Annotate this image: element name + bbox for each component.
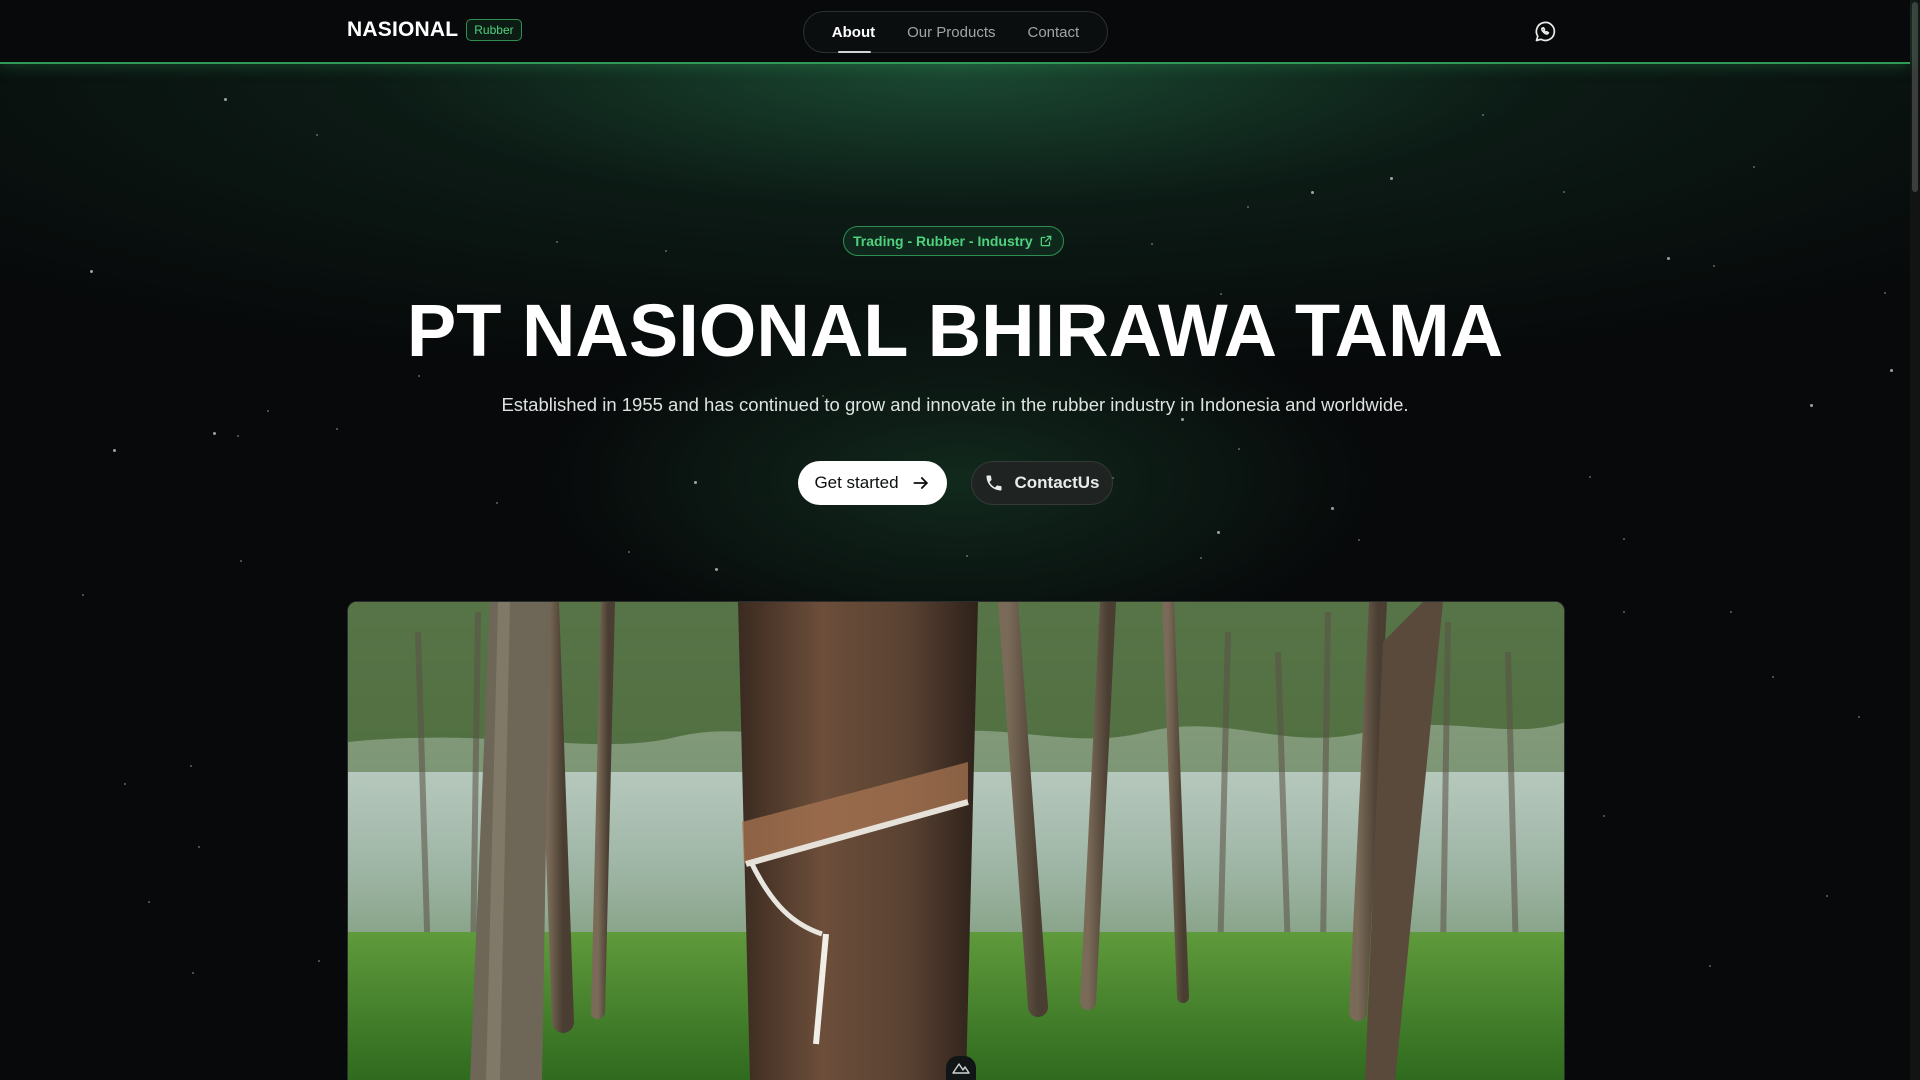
mountain-icon [952,1063,970,1074]
hero-image-rubber-plantation [347,601,1565,1080]
nav-item-contact[interactable]: Contact [1012,11,1096,53]
page-scrollbar-thumb[interactable] [1912,2,1918,192]
main-nav: About Our Products Contact [803,11,1108,53]
phone-icon [986,475,1002,491]
brand-name: NASIONAL [347,18,459,41]
contact-us-button[interactable]: ContactUs [971,461,1113,505]
plantation-illustration [348,602,1564,1080]
hero-tag-label: Trading - Rubber - Industry [853,233,1033,249]
hero-title: PT NASIONAL BHIRAWA TAMA [406,289,1504,372]
external-link-icon [1040,235,1051,247]
whatsapp-icon[interactable] [1533,20,1557,44]
nav-item-about[interactable]: About [816,11,891,53]
get-started-button[interactable]: Get started [798,461,947,505]
contact-us-label: ContactUs [1014,473,1100,492]
brand-logo[interactable]: NASIONAL Rubber [347,18,522,42]
hero-tag-link[interactable]: Trading - Rubber - Industry [843,226,1064,256]
brand-badge: Rubber [466,19,522,41]
image-scroll-marker [946,1056,976,1080]
top-navbar: NASIONAL Rubber About Our Products Conta… [0,0,1910,64]
get-started-label: Get started [814,473,899,492]
nav-item-our-products[interactable]: Our Products [891,11,1011,53]
page: NASIONAL Rubber About Our Products Conta… [0,0,1920,1080]
hero-subtitle: Established in 1955 and has continued to… [501,394,1409,415]
arrow-right-icon [912,477,928,489]
